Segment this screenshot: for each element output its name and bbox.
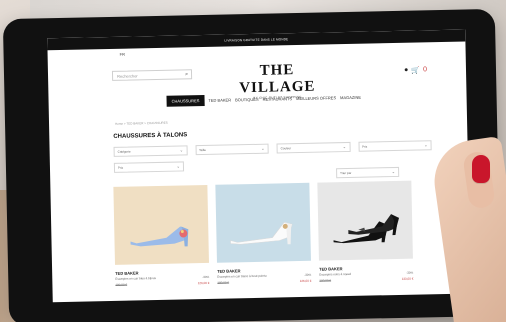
account-icon[interactable]: ● <box>404 67 408 75</box>
nav-item-offers[interactable]: MEILLEURS OFFRES <box>296 95 336 101</box>
nav-item-restaurants[interactable]: RESTAURANTS <box>263 96 293 102</box>
search-placeholder: Rechercher <box>117 73 138 79</box>
page-title: CHAUSSURES À TALONS <box>113 132 188 140</box>
red-nail <box>472 155 490 183</box>
white-heel-icon <box>230 222 293 245</box>
sale-price: 126,00 € <box>299 278 312 284</box>
product-image[interactable] <box>215 182 311 263</box>
filter-category-label: Catégorie <box>117 149 131 154</box>
chevron-down-icon: ⌄ <box>261 145 265 151</box>
sale-price: 133,00 € <box>401 276 414 281</box>
filter-size[interactable]: Taille ⌄ <box>195 143 269 156</box>
filter-price[interactable]: Prix ⌄ <box>357 140 432 152</box>
main-navigation: CHAUSSURES TED BAKER BOUTIQUES RESTAURAN… <box>166 92 361 107</box>
chevron-down-icon: ⌄ <box>391 169 396 175</box>
nav-item-boutiques[interactable]: BOUTIQUES <box>235 97 259 102</box>
cart-icon[interactable]: 🛒 <box>411 66 420 74</box>
chevron-down-icon: ⌄ <box>176 163 181 169</box>
search-icon[interactable]: ⌕ <box>185 71 188 77</box>
filter-color[interactable]: Couleur ⌄ <box>276 141 351 154</box>
sort-label: Trier par <box>340 170 352 176</box>
filter-category[interactable]: Catégorie ⌄ <box>113 145 188 157</box>
filter-secondary[interactable]: Prix ⌄ <box>113 161 185 173</box>
tablet-device: LIVRAISON GRATUITE DANS LE MONDE FR Rech… <box>2 8 502 322</box>
cart-count: 0 <box>423 66 428 74</box>
old-price: 180,00 € <box>115 282 128 287</box>
nav-item-brand[interactable]: TED BAKER <box>208 97 231 102</box>
blue-heel-icon <box>130 226 189 247</box>
black-heels-icon <box>333 214 400 244</box>
filter-size-label: Taille <box>199 147 207 153</box>
filter-color-label: Couleur <box>280 146 292 151</box>
filter-price-label: Prix <box>362 144 368 149</box>
product-card[interactable]: TED BAKER Escarpins en cuir blanc à bout… <box>215 182 312 289</box>
product-prices: 190,00 € 133,00 € <box>319 277 413 283</box>
product-image[interactable] <box>113 184 209 265</box>
old-price: 180,00 € <box>217 280 230 285</box>
search-input[interactable]: Rechercher ⌕ <box>111 69 193 81</box>
chevron-down-icon: ⌄ <box>179 147 184 153</box>
sale-price: 126,00 € <box>197 280 210 286</box>
chevron-down-icon: ⌄ <box>342 144 347 150</box>
product-prices: 180,00 € 126,00 € <box>115 281 209 287</box>
product-grid: TED BAKER Escarpins en cuir bleu à bijou… <box>113 180 414 291</box>
filter-secondary-label: Prix <box>117 165 124 170</box>
product-description: Escarpins noirs à nœud -30% <box>319 270 414 277</box>
chevron-down-icon: ⌄ <box>424 142 428 148</box>
nav-item-magazine[interactable]: MAGAZINE <box>340 95 361 100</box>
site-header: Rechercher ⌕ THE VILLAGE BY CHIC OUTLET … <box>47 42 466 100</box>
product-card[interactable]: TED BAKER Escarpins noirs à nœud -30% 190… <box>317 180 414 287</box>
sort-dropdown[interactable]: Trier par ⌄ <box>336 166 400 179</box>
product-description: Escarpins en cuir bleu à bijoux -30% <box>115 274 210 281</box>
product-prices: 180,00 € 126,00 € <box>217 279 311 285</box>
tablet-screen: LIVRAISON GRATUITE DANS LE MONDE FR Rech… <box>47 29 471 303</box>
product-card[interactable]: TED BAKER Escarpins en cuir bleu à bijou… <box>113 184 210 291</box>
product-image[interactable] <box>317 180 413 261</box>
filter-bar: Catégorie ⌄ Taille ⌄ Couleur ⌄ Prix ⌄ <box>113 140 432 157</box>
header-icons: ● 🛒 0 <box>404 66 427 74</box>
breadcrumb[interactable]: Home > TED BAKER > CHAUSSURES <box>115 121 168 126</box>
product-description: Escarpins en cuir blanc à bout pointu -30… <box>217 272 312 279</box>
old-price: 190,00 € <box>319 278 332 283</box>
nav-item-shoes[interactable]: CHAUSSURES <box>166 94 205 107</box>
